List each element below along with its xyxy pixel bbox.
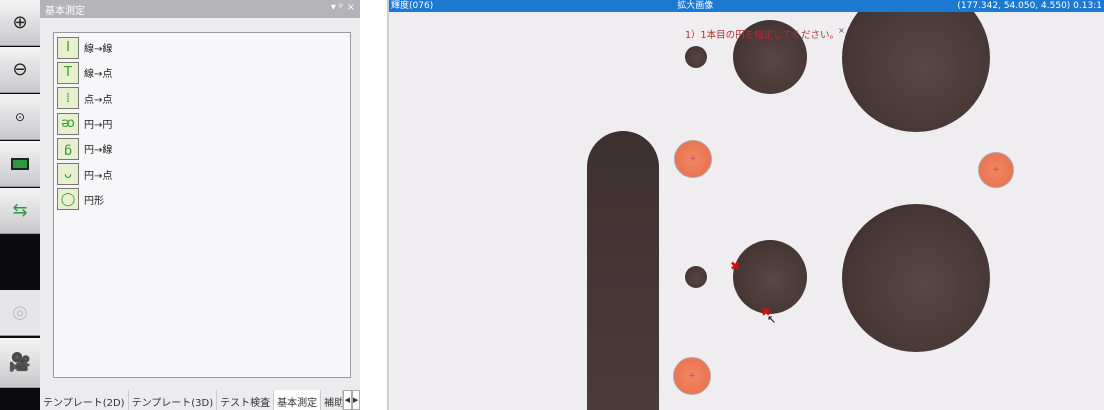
brightness-label: 輝度(076) (391, 1, 434, 11)
device-button[interactable]: ◎ (0, 290, 40, 336)
camera-icon: 🎥 (8, 352, 32, 373)
left-toolbar: ⊕ ⊖ ⊙ ⇆ ◎ 🎥 (0, 0, 40, 410)
rotate-button[interactable]: ⇆ (0, 188, 40, 234)
panel-title: 基本測定 (45, 6, 85, 17)
point-point-icon: ⁞ (57, 87, 79, 110)
zoom-in-icon: ⊕ (12, 12, 28, 33)
item-label: 線→線 (84, 44, 113, 56)
zoom-1x-button[interactable]: ⊙ (0, 94, 40, 140)
tab-scroll-right-icon[interactable]: ▶ (351, 390, 360, 410)
line-line-icon: I (57, 36, 79, 59)
tab-scroll-left-icon[interactable]: ◀ (343, 390, 352, 410)
zoom-in-button[interactable]: ⊕ (0, 0, 40, 46)
device-icon: ◎ (12, 302, 28, 323)
magnified-image-view[interactable]: 輝度(076) 拡大画像 (177.342, 54.050, 4.550) 0.… (387, 0, 1104, 410)
edge-point-marker-icon: ✖ (730, 259, 741, 273)
dropdown-icon[interactable]: ▾ (331, 2, 336, 13)
item-label: 線→点 (84, 69, 113, 81)
rotate-icon: ⇆ (12, 200, 28, 221)
camera-button[interactable]: 🎥 (0, 338, 40, 388)
image-title: 拡大画像 (677, 1, 714, 11)
selected-circle[interactable]: + (674, 140, 712, 178)
hole[interactable] (733, 240, 807, 314)
list-item-point-point[interactable]: ⁞ 点→点 (57, 86, 347, 111)
coordinates-readout: (177.342, 54.050, 4.550) 0.13:1 (957, 1, 1102, 11)
hole (685, 46, 707, 68)
circle-icon: ◯ (57, 188, 79, 211)
item-label: 点→点 (84, 94, 113, 106)
fit-screen-button[interactable] (0, 141, 40, 187)
tab-template-2d[interactable]: テンプレート(2D) (40, 390, 129, 410)
selected-circle[interactable]: + (978, 152, 1014, 188)
measure-list: I 線→線 T 線→点 ⁞ 点→点 ᴔ 円→円 ᵷ 円→線 ᴗ 円→点 ◯ 円形 (53, 32, 351, 378)
list-item-circle-point[interactable]: ᴗ 円→点 (57, 161, 347, 186)
panel-tabs: テンプレート(2D) テンプレート(3D) テスト検査 基本測定 補助ツ- ◀ … (40, 390, 360, 410)
hole (842, 0, 990, 132)
zoom-1x-icon: ⊙ (14, 109, 26, 124)
list-item-line-point[interactable]: T 線→点 (57, 60, 347, 85)
tab-template-3d[interactable]: テンプレート(3D) (129, 390, 218, 410)
panel-header: 基本測定 ▾ ᵖ × (40, 0, 360, 18)
circle-circle-icon: ᴔ (57, 112, 79, 135)
list-item-line-line[interactable]: I 線→線 (57, 35, 347, 60)
tab-test-inspection[interactable]: テスト検査 (217, 390, 275, 410)
cursor-icon: ↖ (767, 313, 777, 326)
tab-basic-measure[interactable]: 基本測定 (274, 390, 322, 410)
hole (842, 204, 990, 352)
list-item-circle-circle[interactable]: ᴔ 円→円 (57, 111, 347, 136)
image-title-bar: 輝度(076) 拡大画像 (177.342, 54.050, 4.550) 0.… (389, 0, 1104, 12)
zoom-out-button[interactable]: ⊖ (0, 47, 40, 93)
hole (685, 266, 707, 288)
selected-circle[interactable]: + (673, 357, 711, 395)
pin-icon[interactable]: ᵖ (339, 2, 343, 13)
item-label: 円→円 (84, 120, 113, 132)
list-item-circle[interactable]: ◯ 円形 (57, 187, 347, 212)
circle-point-icon: ᴗ (57, 163, 79, 186)
slot (587, 131, 659, 410)
fit-screen-icon (11, 157, 29, 170)
zoom-out-icon: ⊖ (12, 59, 28, 80)
list-item-circle-line[interactable]: ᵷ 円→線 (57, 136, 347, 161)
instruction-message: 1）1本目の円を指定してください。 (685, 30, 840, 41)
message-close-icon[interactable]: × (838, 26, 845, 35)
line-point-icon: T (57, 61, 79, 84)
circle-line-icon: ᵷ (57, 137, 79, 160)
item-label: 円→点 (84, 170, 113, 182)
item-label: 円→線 (84, 145, 113, 157)
item-label: 円形 (84, 195, 104, 207)
close-icon[interactable]: × (347, 2, 355, 13)
tab-aux-tools[interactable]: 補助ツ- (321, 390, 344, 410)
basic-measure-panel: 基本測定 ▾ ᵖ × I 線→線 T 線→点 ⁞ 点→点 ᴔ 円→円 ᵷ 円→線 ᴗ 円→点… (40, 0, 360, 410)
